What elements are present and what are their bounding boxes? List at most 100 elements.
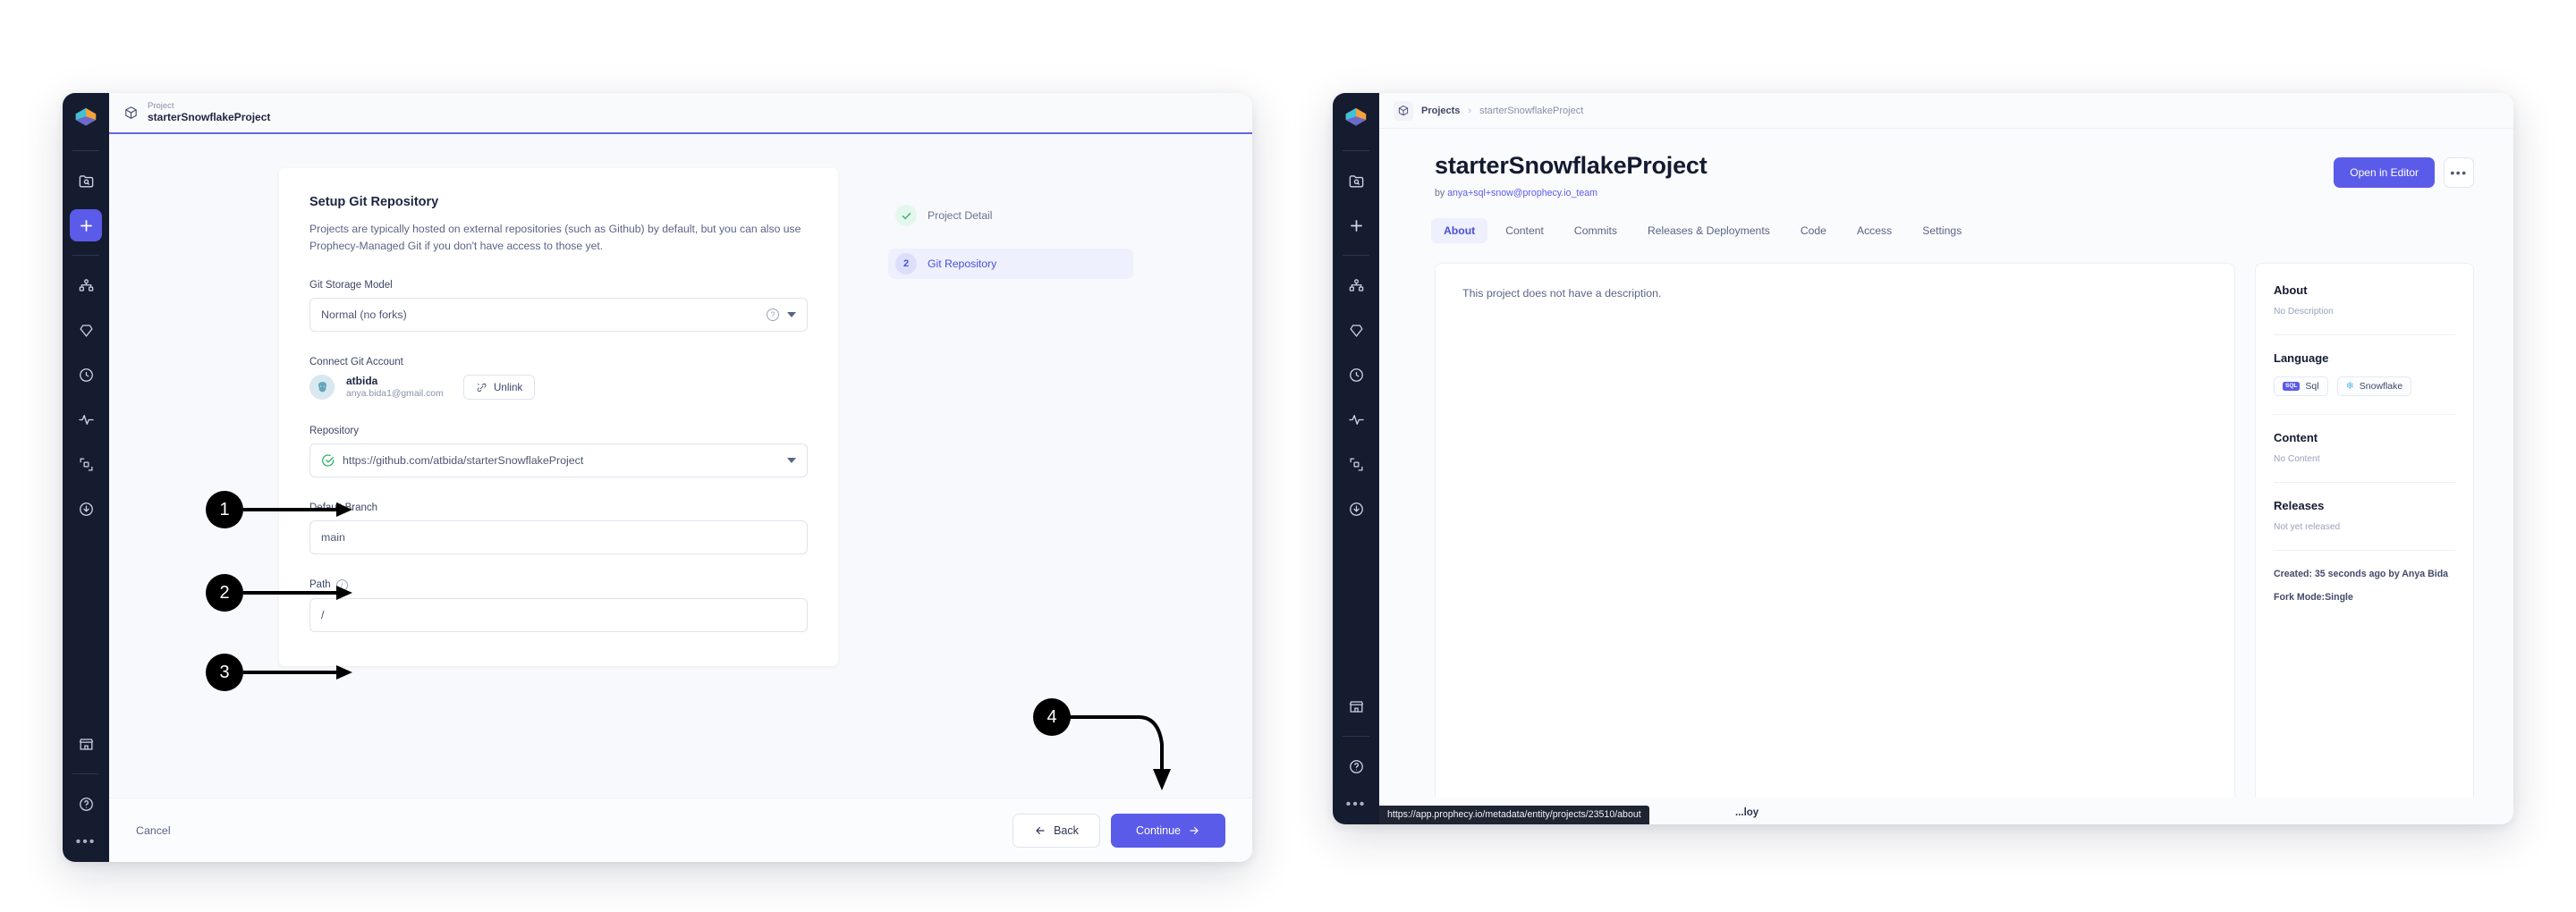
project-about-body: Projects › starterSnowflakeProject start…	[1379, 93, 2513, 824]
plus-icon[interactable]	[70, 209, 102, 241]
about-value: No Description	[2274, 307, 2334, 317]
snowflake-icon: ❄	[2345, 380, 2354, 392]
language-chip-snowflake[interactable]: ❄ Snowflake	[2336, 376, 2412, 396]
tab-releases-deployments[interactable]: Releases & Deployments	[1635, 218, 1783, 243]
project-description-text: This project does not have a description…	[1462, 287, 1662, 300]
repository-icons	[787, 457, 796, 463]
marketplace-icon[interactable]	[70, 728, 102, 760]
kebab-menu-icon[interactable]: •••	[2444, 157, 2474, 188]
pipeline-icon[interactable]	[70, 269, 102, 301]
cube-icon	[1394, 100, 1413, 121]
more-icon[interactable]: •••	[76, 826, 97, 853]
language-heading: Language	[2274, 351, 2329, 365]
prophecy-logo-icon	[72, 106, 99, 132]
plus-icon[interactable]	[1340, 209, 1372, 241]
clock-icon[interactable]	[1340, 359, 1372, 391]
deploy-label-partial[interactable]: ...loy	[1735, 807, 1758, 818]
unlink-button[interactable]: Unlink	[463, 375, 536, 401]
breadcrumb: Project starterSnowflakeProject	[148, 100, 271, 124]
prophecy-logo-icon	[1343, 106, 1369, 132]
callout-2: 2	[206, 574, 243, 612]
avatar	[309, 375, 335, 401]
status-bar-url: https://app.prophecy.io/metadata/entity/…	[1379, 806, 1649, 824]
language-chip-sql[interactable]: SQL Sql	[2274, 376, 2328, 396]
callout-4: 4	[1033, 698, 1071, 736]
open-in-editor-button[interactable]: Open in Editor	[2334, 157, 2435, 188]
git-storage-model-field: Git Storage Model Normal (no forks) ?	[309, 280, 808, 332]
form-description: Projects are typically hosted on externa…	[309, 223, 801, 252]
repository-input[interactable]: https://github.com/atbida/starterSnowfla…	[309, 443, 808, 477]
tab-access[interactable]: Access	[1844, 218, 1904, 243]
path-value: /	[321, 608, 325, 621]
content-value: No Content	[2274, 454, 2320, 464]
fabric-icon[interactable]	[1340, 448, 1372, 480]
marketplace-icon[interactable]	[1340, 690, 1372, 722]
download-icon[interactable]	[70, 493, 102, 525]
more-icon[interactable]: •••	[1346, 789, 1367, 815]
tab-commits[interactable]: Commits	[1562, 218, 1630, 243]
help-icon[interactable]	[70, 788, 102, 820]
breadcrumb-current: starterSnowflakeProject	[1479, 105, 1584, 116]
content-heading: Content	[2274, 431, 2318, 444]
step-number-badge: 2	[895, 253, 917, 274]
activity-icon[interactable]	[70, 403, 102, 435]
gem-icon[interactable]	[1340, 314, 1372, 346]
gem-icon[interactable]	[70, 314, 102, 346]
project-info-sidebar: About No Description Language SQL Sql ❄ …	[2255, 263, 2474, 824]
chevron-down-icon[interactable]	[787, 457, 796, 463]
breadcrumb-kicker: Project	[148, 100, 174, 111]
check-icon	[895, 205, 917, 226]
breadcrumb-projects-link[interactable]: Projects	[1421, 106, 1460, 116]
repository-value: https://github.com/atbida/starterSnowfla…	[343, 453, 584, 467]
rail-divider-mid	[72, 255, 99, 256]
clock-icon[interactable]	[70, 359, 102, 391]
breadcrumb-project-name: starterSnowflakeProject	[148, 110, 271, 123]
right-nav-rail: •••	[1333, 93, 1379, 824]
activity-icon[interactable]	[1340, 403, 1372, 435]
unlink-label: Unlink	[494, 381, 523, 393]
project-content: This project does not have a description…	[1379, 243, 2513, 824]
continue-button[interactable]: Continue	[1111, 813, 1225, 848]
git-setup-main: Setup Git Repository Projects are typica…	[109, 134, 1252, 798]
git-setup-canvas: Setup Git Repository Projects are typica…	[109, 134, 1252, 798]
project-breadcrumb-bar: Projects › starterSnowflakeProject	[1379, 93, 2513, 129]
tab-code[interactable]: Code	[1788, 218, 1839, 243]
step-project-detail[interactable]: Project Detail	[888, 200, 1133, 231]
tab-settings[interactable]: Settings	[1910, 218, 1974, 243]
language-chips: SQL Sql ❄ Snowflake	[2274, 376, 2455, 396]
default-branch-label: Default Branch	[309, 502, 378, 513]
cancel-button[interactable]: Cancel	[136, 824, 171, 837]
fabric-icon[interactable]	[70, 448, 102, 480]
author-link[interactable]: anya+sql+snow@prophecy.io_team	[1447, 188, 1597, 198]
help-icon[interactable]	[1340, 750, 1372, 782]
chevron-down-icon[interactable]	[787, 311, 796, 317]
pipeline-icon[interactable]	[1340, 269, 1372, 301]
search-folder-icon[interactable]	[1340, 165, 1372, 197]
search-folder-icon[interactable]	[70, 165, 102, 197]
rail-divider-top	[1343, 150, 1369, 151]
git-account-row: atbida anya.bida1@gmail.com Unlink	[309, 375, 808, 401]
download-icon[interactable]	[1340, 493, 1372, 525]
tab-about[interactable]: About	[1431, 218, 1488, 243]
repository-label: Repository	[309, 425, 359, 436]
releases-heading: Releases	[2274, 499, 2325, 512]
path-field: Path i /	[309, 578, 808, 632]
back-button[interactable]: Back	[1013, 813, 1100, 848]
divider	[2274, 334, 2455, 335]
project-description-panel: This project does not have a description…	[1435, 263, 2235, 824]
question-mark-icon[interactable]: ?	[767, 308, 779, 321]
releases-value: Not yet released	[2274, 522, 2341, 532]
rail-divider-bottom	[72, 773, 99, 774]
form-title: Setup Git Repository	[309, 195, 439, 209]
arrow-left-icon	[1034, 824, 1046, 837]
git-storage-model-select[interactable]: Normal (no forks) ?	[309, 297, 808, 332]
wizard-steps: Project Detail 2 Git Repository	[838, 168, 1133, 798]
project-about-window: ••• Projects › starterSnowflakeProject s…	[1333, 93, 2513, 824]
path-input[interactable]: /	[309, 597, 808, 632]
check-circle-icon	[321, 453, 335, 468]
divider	[2274, 482, 2455, 483]
step-git-repository[interactable]: 2 Git Repository	[888, 249, 1133, 279]
language-chip-sql-label: Sql	[2305, 381, 2319, 392]
tab-content[interactable]: Content	[1493, 218, 1556, 243]
default-branch-input[interactable]: main	[309, 519, 808, 554]
